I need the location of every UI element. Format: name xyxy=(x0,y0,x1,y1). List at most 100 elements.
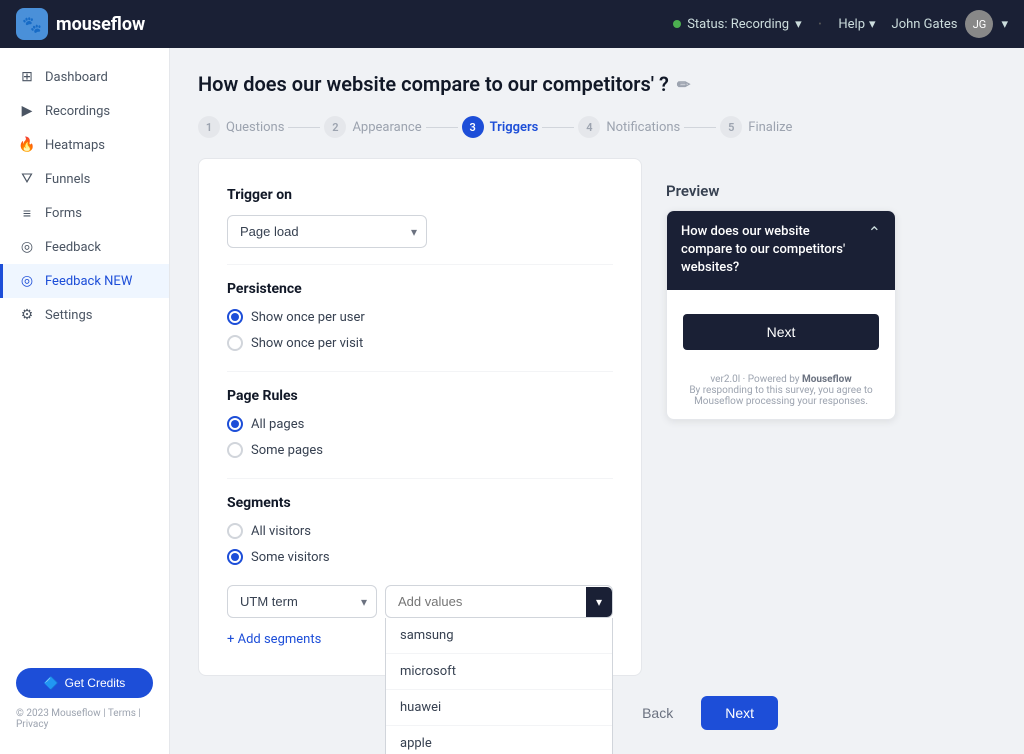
page-rules-radio-group: All pages Some pages xyxy=(227,416,613,458)
preview-panel: Preview How does our website compare to … xyxy=(666,182,896,420)
triggers-card: Trigger on Page load Click Exit intent S… xyxy=(198,158,642,676)
step-5-num: 5 xyxy=(720,116,742,138)
recordings-icon: ▶ xyxy=(19,103,35,119)
sidebar-item-heatmaps[interactable]: 🔥 Heatmaps xyxy=(0,128,169,162)
edit-title-icon[interactable]: ✏ xyxy=(677,75,690,94)
values-dropdown-button[interactable]: ▾ xyxy=(586,587,612,617)
segments-label: Segments xyxy=(227,495,613,511)
preview-card: How does our website compare to our comp… xyxy=(666,210,896,420)
sidebar-item-forms[interactable]: ≡ Forms xyxy=(0,196,169,230)
nav-divider: · xyxy=(818,14,823,35)
credits-icon: 🔷 xyxy=(44,676,59,690)
dropdown-item-samsung[interactable]: samsung xyxy=(386,618,612,654)
step-sep-1 xyxy=(288,127,320,128)
dropdown-item-huawei[interactable]: huawei xyxy=(386,690,612,726)
some-pages-label: Some pages xyxy=(251,443,323,458)
help-chevron: ▾ xyxy=(869,17,876,32)
status-dot xyxy=(673,20,681,28)
once-per-user-label: Show once per user xyxy=(251,310,365,325)
step-4-label: Notifications xyxy=(606,120,680,135)
some-visitors-radio[interactable] xyxy=(227,549,243,565)
step-sep-4 xyxy=(684,127,716,128)
page-title: How does our website compare to our comp… xyxy=(198,72,1000,96)
some-visitors-option[interactable]: Some visitors xyxy=(227,549,613,565)
user-menu[interactable]: John Gates JG ▾ xyxy=(892,10,1008,38)
step-5-label: Finalize xyxy=(748,120,792,135)
step-2[interactable]: 2 Appearance xyxy=(324,116,421,138)
logo-icon: 🐾 xyxy=(16,8,48,40)
feedback-new-icon: ◎ xyxy=(19,273,35,289)
sidebar-label-funnels: Funnels xyxy=(45,172,90,187)
dropdown-item-apple[interactable]: apple xyxy=(386,726,612,754)
status-indicator[interactable]: Status: Recording ▾ xyxy=(673,17,801,32)
help-menu[interactable]: Help ▾ xyxy=(838,17,875,32)
sidebar-legal: © 2023 Mouseflow | Terms | Privacy xyxy=(16,708,153,730)
all-visitors-option[interactable]: All visitors xyxy=(227,523,613,539)
once-per-user-radio[interactable] xyxy=(227,309,243,325)
app-name: mouseflow xyxy=(56,14,145,35)
sidebar-item-feedback-new[interactable]: ◎ Feedback NEW xyxy=(0,264,169,298)
once-per-visit-label: Show once per visit xyxy=(251,336,363,351)
sidebar-label-feedback-new: Feedback NEW xyxy=(45,274,132,289)
user-name: John Gates xyxy=(892,17,958,32)
some-pages-option[interactable]: Some pages xyxy=(227,442,613,458)
page-rules-label: Page Rules xyxy=(227,388,613,404)
preview-title: Preview xyxy=(666,182,896,200)
some-visitors-label: Some visitors xyxy=(251,550,330,565)
dropdown-item-microsoft[interactable]: microsoft xyxy=(386,654,612,690)
utm-select[interactable]: UTM term UTM source UTM medium UTM campa… xyxy=(227,585,377,618)
preview-next-button[interactable]: Next xyxy=(683,314,879,350)
sidebar-label-feedback: Feedback xyxy=(45,240,101,255)
app-logo: 🐾 mouseflow xyxy=(16,8,145,40)
trigger-on-dropdown-wrapper: Page load Click Exit intent Scroll ▾ xyxy=(227,215,427,248)
avatar: JG xyxy=(965,10,993,38)
sidebar-item-dashboard[interactable]: ⊞ Dashboard xyxy=(0,60,169,94)
privacy-link[interactable]: Privacy xyxy=(16,719,48,730)
trigger-on-label: Trigger on xyxy=(227,187,613,203)
sidebar-footer: 🔷 Get Credits © 2023 Mouseflow | Terms |… xyxy=(0,656,169,742)
values-input-wrapper: ▾ xyxy=(385,585,613,618)
step-4[interactable]: 4 Notifications xyxy=(578,116,680,138)
all-pages-option[interactable]: All pages xyxy=(227,416,613,432)
preview-footer-line1: ver2.0l · Powered by Mouseflow xyxy=(681,374,881,385)
preview-footer-line2: By responding to this survey, you agree … xyxy=(681,385,881,407)
some-pages-radio[interactable] xyxy=(227,442,243,458)
all-pages-label: All pages xyxy=(251,417,304,432)
once-per-visit-option[interactable]: Show once per visit xyxy=(227,335,613,351)
sidebar-item-funnels[interactable]: ⛛ Funnels xyxy=(0,162,169,196)
trigger-on-select[interactable]: Page load Click Exit intent Scroll xyxy=(227,215,427,248)
sidebar-label-settings: Settings xyxy=(45,308,92,323)
step-1-num: 1 xyxy=(198,116,220,138)
preview-header-text: How does our website compare to our comp… xyxy=(681,223,860,278)
get-credits-label: Get Credits xyxy=(65,676,126,690)
sidebar-item-recordings[interactable]: ▶ Recordings xyxy=(0,94,169,128)
all-visitors-radio[interactable] xyxy=(227,523,243,539)
next-button[interactable]: Next xyxy=(701,696,778,730)
preview-footer: ver2.0l · Powered by Mouseflow By respon… xyxy=(667,366,895,419)
step-5[interactable]: 5 Finalize xyxy=(720,116,792,138)
step-1[interactable]: 1 Questions xyxy=(198,116,284,138)
step-4-num: 4 xyxy=(578,116,600,138)
terms-link[interactable]: Terms xyxy=(108,708,136,719)
segments-radio-group: All visitors Some visitors xyxy=(227,523,613,565)
values-dropdown: samsung microsoft huawei apple amazon xyxy=(385,618,613,754)
once-per-visit-radio[interactable] xyxy=(227,335,243,351)
get-credits-button[interactable]: 🔷 Get Credits xyxy=(16,668,153,698)
persistence-label: Persistence xyxy=(227,281,613,297)
persistence-radio-group: Show once per user Show once per visit xyxy=(227,309,613,351)
heatmaps-icon: 🔥 xyxy=(19,137,35,153)
values-container: ▾ samsung microsoft huawei apple amazon xyxy=(385,585,613,618)
top-nav: 🐾 mouseflow Status: Recording ▾ · Help ▾… xyxy=(0,0,1024,48)
once-per-user-option[interactable]: Show once per user xyxy=(227,309,613,325)
back-button[interactable]: Back xyxy=(626,697,689,729)
add-segments-label: + Add segments xyxy=(227,632,321,647)
all-pages-radio[interactable] xyxy=(227,416,243,432)
sidebar-item-settings[interactable]: ⚙ Settings xyxy=(0,298,169,332)
step-1-label: Questions xyxy=(226,120,284,135)
step-3[interactable]: 3 Triggers xyxy=(462,116,539,138)
preview-body: Next xyxy=(667,290,895,366)
steps-indicator: 1 Questions 2 Appearance 3 Triggers 4 No… xyxy=(198,116,1000,138)
sidebar-item-feedback[interactable]: ◎ Feedback xyxy=(0,230,169,264)
values-input[interactable] xyxy=(386,586,586,617)
preview-collapse-icon[interactable]: ⌃ xyxy=(868,223,881,242)
